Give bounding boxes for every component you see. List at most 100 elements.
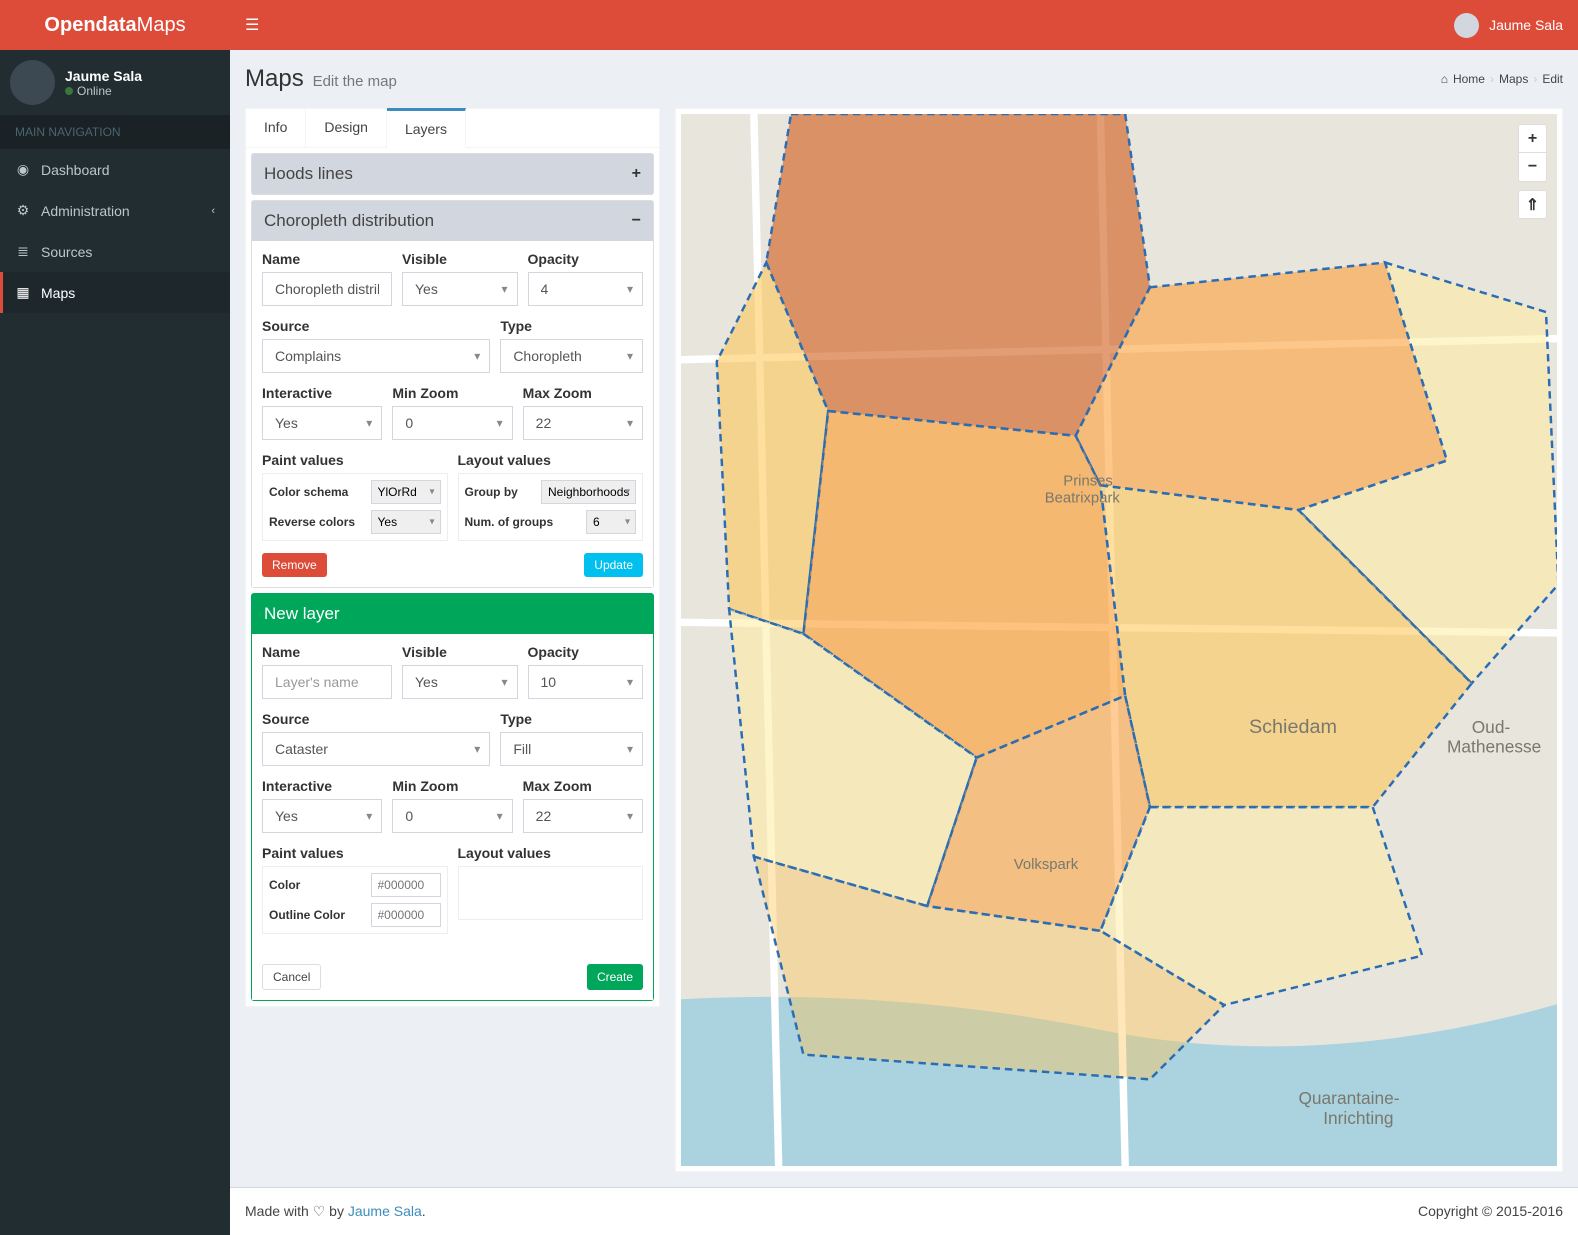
choropleth-map: Schiedam Oud- Mathenesse Quarantaine- In… <box>681 114 1557 1166</box>
minzoom-select[interactable]: 0 <box>392 406 512 440</box>
footer-author-link[interactable]: Jaume Sala <box>348 1203 422 1219</box>
breadcrumb-section[interactable]: Maps <box>1499 72 1528 86</box>
footer-copyright: Copyright © 2015-2016 <box>1418 1203 1563 1220</box>
tab-layers[interactable]: Layers <box>387 108 466 148</box>
reverse-colors-select[interactable]: Yes <box>371 510 441 534</box>
sidebar-toggle-icon[interactable]: ☰ <box>245 15 259 35</box>
label-visible: Visible <box>402 251 518 267</box>
page-subtitle: Edit the map <box>313 73 397 90</box>
avatar <box>10 60 55 105</box>
breadcrumb-home[interactable]: Home <box>1453 72 1485 86</box>
label-source: Source <box>262 711 490 727</box>
label-name: Name <box>262 251 392 267</box>
type-select[interactable]: Fill <box>500 732 643 766</box>
label-layout-values: Layout values <box>458 452 644 468</box>
online-status-icon <box>65 87 73 95</box>
name-input[interactable] <box>262 665 392 699</box>
sidebar-item-dashboard[interactable]: ◉Dashboard <box>0 149 230 190</box>
plus-icon: + <box>632 165 641 183</box>
name-input[interactable] <box>262 272 392 306</box>
map-label: Inrichting <box>1323 1108 1393 1128</box>
remove-button[interactable]: Remove <box>262 553 327 577</box>
label-source: Source <box>262 318 490 334</box>
topbar-username: Jaume Sala <box>1489 17 1563 33</box>
opacity-select[interactable]: 10 <box>528 665 644 699</box>
breadcrumb: ⌂ Home › Maps › Edit <box>1441 72 1563 86</box>
num-groups-select[interactable]: 6 <box>586 510 636 534</box>
label-name: Name <box>262 644 392 660</box>
nav-header: MAIN NAVIGATION <box>0 115 230 149</box>
map-label: Mathenesse <box>1447 737 1541 757</box>
label-type: Type <box>500 318 643 334</box>
label-interactive: Interactive <box>262 385 382 401</box>
panel-hoods-lines: Hoods lines + <box>251 153 654 195</box>
maxzoom-select[interactable]: 22 <box>523 799 643 833</box>
color-schema-select[interactable]: YlOrRd <box>371 480 441 504</box>
dashboard-icon: ◉ <box>15 161 31 178</box>
label-outline-color: Outline Color <box>269 908 365 922</box>
panel-new-layer: New layer Name Visible Yes <box>251 593 654 1001</box>
zoom-out-button[interactable]: − <box>1518 153 1547 182</box>
label-maxzoom: Max Zoom <box>523 778 643 794</box>
sidebar-item-maps[interactable]: ▦ Maps <box>0 272 230 313</box>
map-label: Beatrixpark <box>1045 491 1121 507</box>
map-canvas[interactable]: Schiedam Oud- Mathenesse Quarantaine- In… <box>681 114 1557 1166</box>
update-button[interactable]: Update <box>584 553 643 577</box>
label-opacity: Opacity <box>528 251 644 267</box>
label-interactive: Interactive <box>262 778 382 794</box>
type-select[interactable]: Choropleth <box>500 339 643 373</box>
interactive-select[interactable]: Yes <box>262 799 382 833</box>
map-label: Quarantaine- <box>1298 1088 1399 1108</box>
panel-header-choropleth[interactable]: Choropleth distribution − <box>252 201 653 241</box>
sidebar-item-sources[interactable]: ≣ Sources <box>0 231 230 272</box>
heart-icon: ♡ <box>313 1203 326 1219</box>
source-select[interactable]: Cataster <box>262 732 490 766</box>
map-label: Oud- <box>1472 717 1511 737</box>
footer: Made with ♡ by Jaume Sala. Copyright © 2… <box>230 1187 1578 1235</box>
outline-color-input[interactable] <box>371 903 441 927</box>
topbar-user-menu[interactable]: Jaume Sala <box>1454 13 1563 38</box>
sidebar-item-label: Administration <box>41 203 130 219</box>
brand-logo[interactable]: OpendataMaps <box>0 0 230 50</box>
map-container: Schiedam Oud- Mathenesse Quarantaine- In… <box>675 108 1563 1172</box>
sidebar-item-label: Maps <box>41 285 75 301</box>
sidebar-item-administration[interactable]: ⚙Administration ‹ <box>0 190 230 231</box>
minzoom-select[interactable]: 0 <box>392 799 512 833</box>
sidebar-item-label: Sources <box>41 244 92 260</box>
visible-select[interactable]: Yes <box>402 272 518 306</box>
map-label: Volkspark <box>1014 857 1079 873</box>
zoom-in-button[interactable]: + <box>1518 124 1547 153</box>
label-group-by: Group by <box>465 485 536 499</box>
footer-text: by <box>329 1203 344 1219</box>
tab-info[interactable]: Info <box>246 109 306 147</box>
sidebar: Jaume Sala Online MAIN NAVIGATION ◉Dashb… <box>0 50 230 1235</box>
opacity-select[interactable]: 4 <box>528 272 644 306</box>
group-by-select[interactable]: Neighborhoods <box>541 480 636 504</box>
maxzoom-select[interactable]: 22 <box>523 406 643 440</box>
avatar <box>1454 13 1479 38</box>
panel-title: Choropleth distribution <box>264 211 434 231</box>
label-layout-values: Layout values <box>458 845 644 861</box>
footer-text: Made with <box>245 1203 309 1219</box>
cancel-button[interactable]: Cancel <box>262 964 321 990</box>
home-icon: ⌂ <box>1441 72 1448 86</box>
map-label: Prinses <box>1063 473 1113 489</box>
tab-design[interactable]: Design <box>306 109 387 147</box>
label-color-schema: Color schema <box>269 485 365 499</box>
label-num-groups: Num. of groups <box>465 515 581 529</box>
panel-header-hoods[interactable]: Hoods lines + <box>252 154 653 194</box>
color-input[interactable] <box>371 873 441 897</box>
label-type: Type <box>500 711 643 727</box>
new-layer-title: New layer <box>252 594 653 634</box>
page-title: Maps <box>245 65 304 92</box>
database-icon: ≣ <box>15 243 31 260</box>
source-select[interactable]: Complains <box>262 339 490 373</box>
map-icon: ▦ <box>15 284 31 301</box>
interactive-select[interactable]: Yes <box>262 406 382 440</box>
compass-button[interactable]: ⇑ <box>1518 190 1547 219</box>
chevron-left-icon: ‹ <box>211 205 215 217</box>
visible-select[interactable]: Yes <box>402 665 518 699</box>
label-opacity: Opacity <box>528 644 644 660</box>
create-button[interactable]: Create <box>587 964 643 990</box>
minus-icon: − <box>632 212 641 230</box>
